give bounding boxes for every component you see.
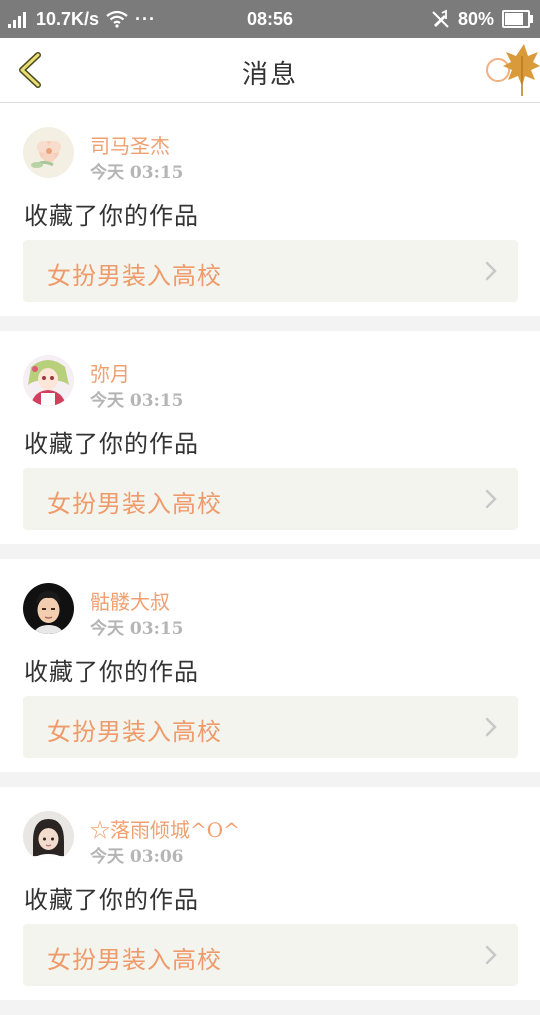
- timestamp-day: 今天: [90, 847, 124, 867]
- chevron-right-icon: [485, 489, 497, 509]
- chevron-right-icon: [485, 717, 497, 737]
- chevron-right-icon: [485, 261, 497, 281]
- girl-avatar-image: [23, 811, 74, 862]
- maple-leaf-icon: [486, 44, 540, 96]
- username[interactable]: 骷髅大叔: [90, 586, 170, 615]
- anime-girl-avatar-image: [23, 355, 74, 406]
- username[interactable]: 司马圣杰: [90, 130, 170, 159]
- message-list: 司马圣杰 今天 03:15 收藏了你的作品 女扮男装入高校 弥月 今天 03:1…: [0, 103, 540, 1015]
- timestamp: 今天 03:15: [90, 614, 184, 639]
- work-link[interactable]: 女扮男装入高校: [23, 468, 518, 530]
- timestamp: 今天 03:15: [90, 386, 184, 411]
- work-title: 女扮男装入高校: [47, 490, 222, 518]
- battery-icon: [502, 10, 533, 28]
- timestamp: 今天 03:06: [90, 842, 184, 867]
- timestamp-time: 03:15: [129, 163, 184, 183]
- mute-icon: [432, 9, 449, 28]
- work-link[interactable]: 女扮男装入高校: [23, 696, 518, 758]
- page-title: 消息: [241, 60, 298, 90]
- work-title: 女扮男装入高校: [47, 946, 222, 974]
- status-bar: 10.7K/s ··· 08:56 80%: [0, 0, 540, 38]
- boy-avatar-image: [23, 583, 74, 634]
- message-card: 骷髅大叔 今天 03:15 收藏了你的作品 女扮男装入高校: [0, 559, 540, 772]
- flower-avatar-image: [23, 127, 74, 178]
- chevron-right-icon: [485, 945, 497, 965]
- work-title: 女扮男装入高校: [47, 718, 222, 746]
- work-link[interactable]: 女扮男装入高校: [23, 240, 518, 302]
- timestamp-day: 今天: [90, 163, 124, 183]
- avatar[interactable]: [23, 583, 74, 634]
- action-text: 收藏了你的作品: [24, 658, 199, 686]
- battery-percent: 80%: [457, 8, 494, 29]
- message-card: ☆落雨倾城^O^ 今天 03:06 收藏了你的作品 女扮男装入高校: [0, 787, 540, 1000]
- avatar[interactable]: [23, 811, 74, 862]
- action-text: 收藏了你的作品: [24, 886, 199, 914]
- avatar[interactable]: [23, 355, 74, 406]
- timestamp-day: 今天: [90, 391, 124, 411]
- username[interactable]: 弥月: [90, 358, 130, 387]
- status-right: 80%: [430, 7, 533, 31]
- avatar[interactable]: [23, 127, 74, 178]
- message-card: 司马圣杰 今天 03:15 收藏了你的作品 女扮男装入高校: [0, 103, 540, 316]
- timestamp: 今天 03:15: [90, 158, 184, 183]
- nav-bar: 消息: [0, 38, 540, 103]
- username[interactable]: ☆落雨倾城^O^: [90, 814, 240, 843]
- action-text: 收藏了你的作品: [24, 430, 199, 458]
- action-text: 收藏了你的作品: [24, 202, 199, 230]
- message-card: 弥月 今天 03:15 收藏了你的作品 女扮男装入高校: [0, 331, 540, 544]
- work-link[interactable]: 女扮男装入高校: [23, 924, 518, 986]
- timestamp-day: 今天: [90, 619, 124, 639]
- work-title: 女扮男装入高校: [47, 262, 222, 290]
- timestamp-time: 03:15: [129, 391, 184, 411]
- timestamp-time: 03:15: [129, 619, 184, 639]
- timestamp-time: 03:06: [129, 847, 184, 867]
